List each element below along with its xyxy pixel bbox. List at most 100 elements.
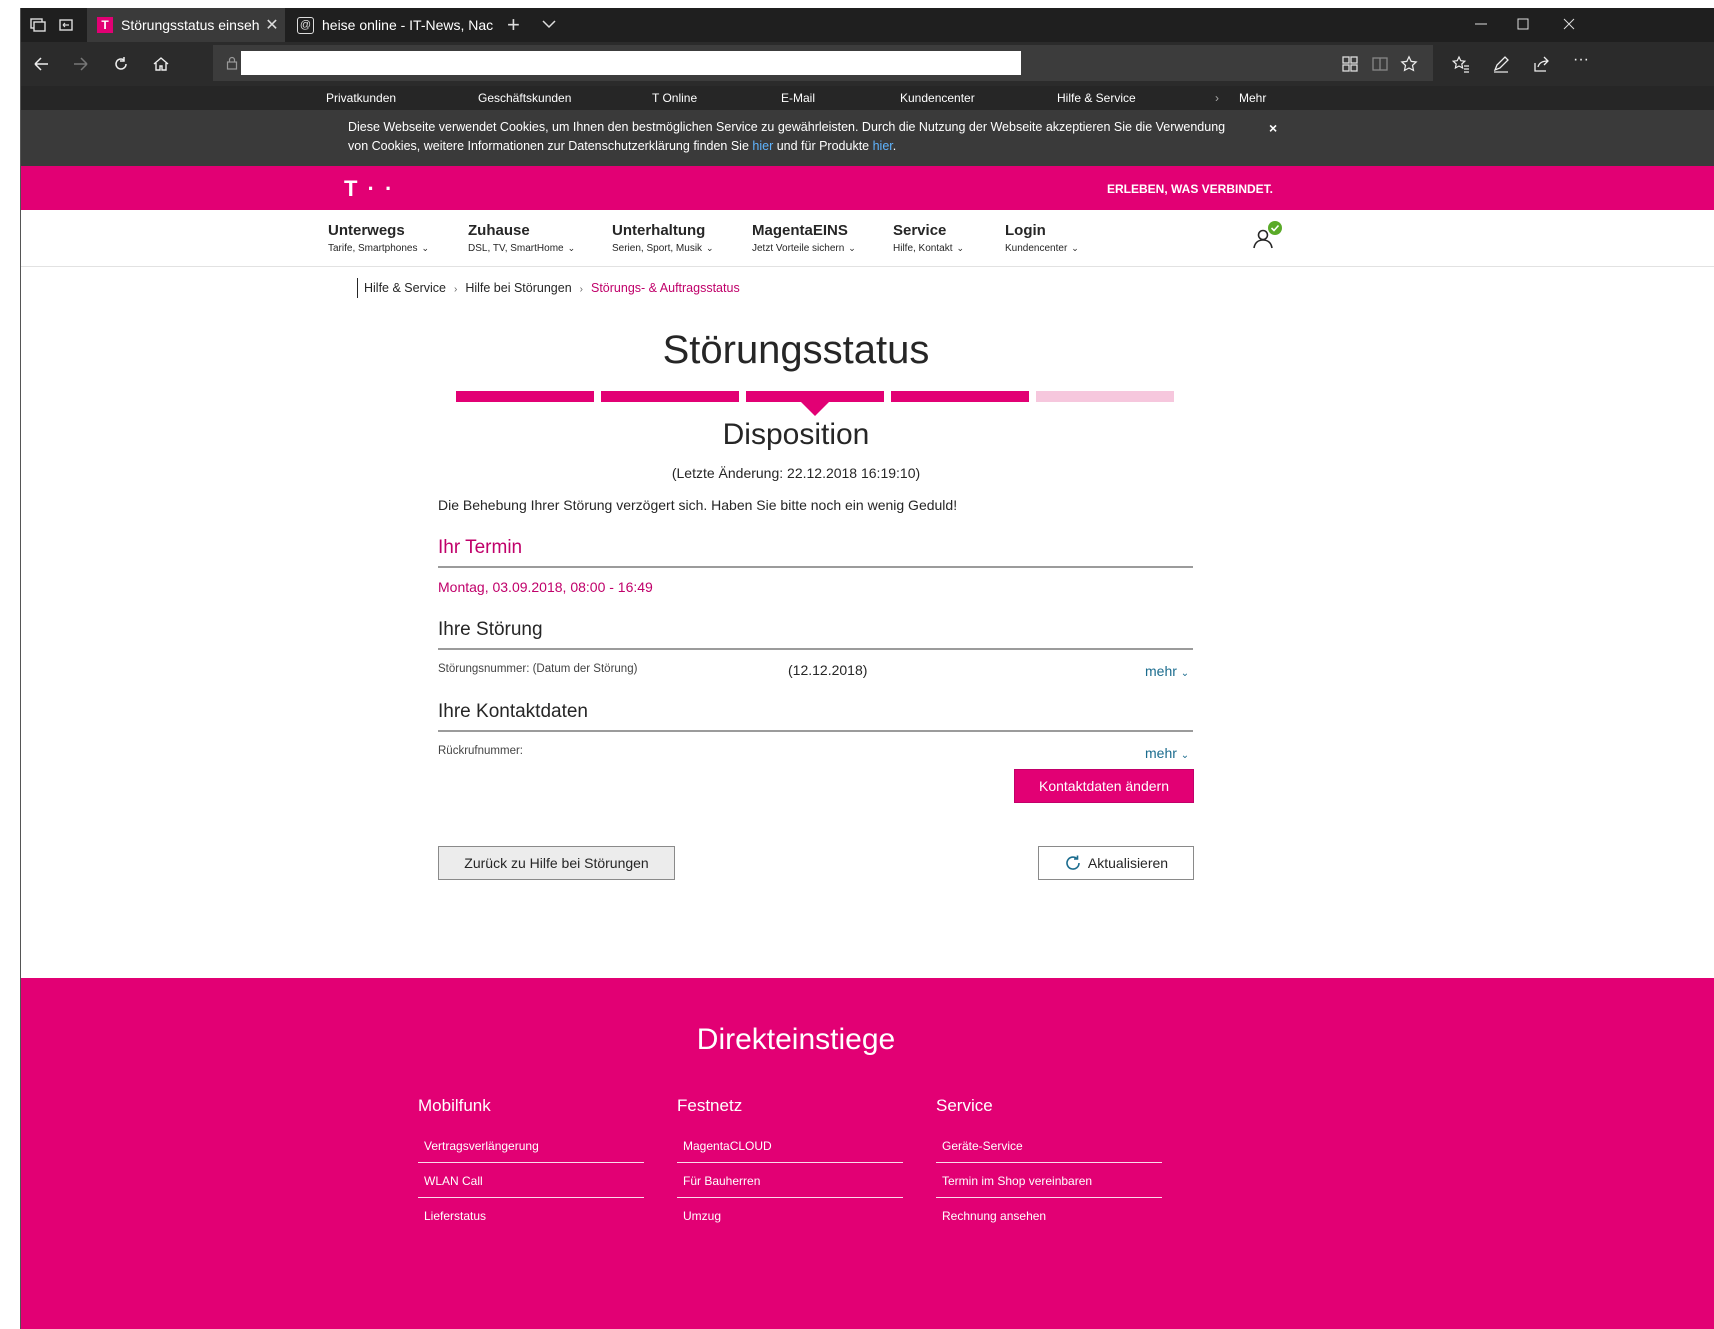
brand-slogan: ERLEBEN, WAS VERBINDET. xyxy=(1107,182,1274,196)
chevron-down-icon: ⌄ xyxy=(1071,243,1079,253)
minimize-icon[interactable] xyxy=(1473,16,1489,32)
nav-unterhaltung[interactable]: Unterhaltung Serien, Sport, Musik ⌄ xyxy=(612,222,714,254)
url-field[interactable] xyxy=(213,45,1433,81)
meta-nav-chevron-right-icon[interactable]: › xyxy=(1215,91,1219,105)
home-icon[interactable] xyxy=(152,55,170,73)
meta-nav-kundencenter[interactable]: Kundencenter xyxy=(900,91,975,105)
tab-title: heise online - IT-News, Nac xyxy=(322,17,494,33)
forward-arrow-icon[interactable] xyxy=(72,55,90,73)
tab-telekom[interactable]: T Störungsstatus einsehe ✕ xyxy=(87,8,285,42)
cookie-products-link[interactable]: hier xyxy=(873,139,893,153)
divider xyxy=(438,648,1193,650)
lock-icon xyxy=(226,56,238,70)
footer-link[interactable]: Lieferstatus xyxy=(418,1198,644,1232)
maximize-icon[interactable] xyxy=(1515,16,1531,32)
footer-link[interactable]: MagentaCLOUD xyxy=(677,1128,903,1163)
footer-link[interactable]: Umzug xyxy=(677,1198,903,1232)
footer-column-heading: Festnetz xyxy=(677,1096,743,1115)
stoerung-label: Störungsnummer: (Datum der Störung) xyxy=(438,663,638,675)
cookie-close-icon[interactable]: × xyxy=(1269,120,1277,136)
footer-column-heading: Mobilfunk xyxy=(418,1096,491,1115)
footer-link[interactable]: Für Bauherren xyxy=(677,1163,903,1198)
nav-service[interactable]: Service Hilfe, Kontakt ⌄ xyxy=(893,222,964,254)
footer-link[interactable]: Termin im Shop vereinbaren xyxy=(936,1163,1162,1198)
cookie-text: Diese Webseite verwendet Cookies, um Ihn… xyxy=(348,118,1238,156)
last-change: (Letzte Änderung: 22.12.2018 16:19:10) xyxy=(671,465,921,481)
nav-title: MagentaEINS xyxy=(752,222,848,239)
chevron-down-icon: ⌄ xyxy=(956,243,965,253)
refresh-button[interactable]: Aktualisieren xyxy=(1038,846,1194,880)
meta-nav-mehr[interactable]: Mehr xyxy=(1239,91,1266,105)
nav-login[interactable]: Login Kundencenter ⌄ xyxy=(1005,222,1079,254)
footer: Direkteinstiege Mobilfunk Vertragsverlän… xyxy=(21,978,1714,1329)
nav-unterwegs[interactable]: Unterwegs Tarife, Smartphones ⌄ xyxy=(328,222,429,254)
footer-column-heading: Service xyxy=(936,1096,993,1115)
more-link-label: mehr xyxy=(1145,663,1177,679)
tab-heise[interactable]: @ heise online - IT-News, Nac xyxy=(289,8,499,42)
breadcrumb-item[interactable]: Hilfe & Service xyxy=(364,281,446,295)
nav-magentaeins[interactable]: MagentaEINS Jetzt Vorteile sichern ⌄ xyxy=(752,222,856,254)
meta-nav-geschaeftskunden[interactable]: Geschäftskunden xyxy=(478,91,571,105)
nav-subtitle: Jetzt Vorteile sichern xyxy=(752,243,845,254)
status-message: Die Behebung Ihrer Störung verzögert sic… xyxy=(438,497,958,513)
close-tab-icon[interactable]: ✕ xyxy=(259,15,285,35)
current-step-marker xyxy=(801,402,829,416)
extensions-icon[interactable] xyxy=(1341,55,1359,73)
user-logged-in-icon[interactable] xyxy=(1249,220,1283,250)
breadcrumb-separator-icon: › xyxy=(579,284,583,295)
meta-nav: Privatkunden Geschäftskunden T Online E-… xyxy=(21,86,1714,110)
nav-subtitle: Hilfe, Kontakt xyxy=(893,243,953,254)
refresh-label: Aktualisieren xyxy=(1087,855,1169,871)
redacted-url xyxy=(241,51,1021,75)
footer-link[interactable]: Rechnung ansehen xyxy=(936,1198,1162,1232)
nav-subtitle: Serien, Sport, Musik xyxy=(612,243,703,254)
refresh-icon[interactable] xyxy=(112,55,130,73)
meta-nav-t-online[interactable]: T Online xyxy=(652,91,697,105)
back-to-help-button[interactable]: Zurück zu Hilfe bei Störungen xyxy=(438,846,675,880)
nav-subtitle: Kundencenter xyxy=(1005,243,1068,254)
divider xyxy=(438,730,1193,732)
page-title: Störungsstatus xyxy=(662,328,930,372)
status-phase: Disposition xyxy=(722,418,870,451)
chevron-down-icon: ⌄ xyxy=(1180,668,1190,679)
tab-list-chevron-icon[interactable] xyxy=(541,16,557,32)
close-window-icon[interactable] xyxy=(1561,16,1577,32)
share-icon[interactable] xyxy=(1532,55,1550,73)
tab-actions-icon[interactable] xyxy=(29,16,47,34)
chevron-down-icon: ⌄ xyxy=(421,243,430,253)
kontakt-more-link[interactable]: mehr ⌄ xyxy=(1145,745,1189,761)
more-dots-icon[interactable]: ··· xyxy=(1573,51,1589,69)
new-tab-icon[interactable]: + xyxy=(507,12,520,38)
meta-nav-email[interactable]: E-Mail xyxy=(781,91,815,105)
breadcrumb-item[interactable]: Hilfe bei Störungen xyxy=(465,281,571,295)
main-nav: Unterwegs Tarife, Smartphones ⌄ Zuhause D… xyxy=(21,210,1714,267)
stoerung-more-link[interactable]: mehr ⌄ xyxy=(1145,663,1189,679)
termin-value: Montag, 03.09.2018, 08:00 - 16:49 xyxy=(438,579,653,595)
browser-window: T Störungsstatus einsehe ✕ @ heise onlin… xyxy=(20,8,1714,1329)
footer-link[interactable]: Geräte-Service xyxy=(936,1128,1162,1163)
footer-link[interactable]: Vertragsverlängerung xyxy=(418,1128,644,1163)
back-tab-icon[interactable] xyxy=(57,16,75,34)
nav-zuhause[interactable]: Zuhause DSL, TV, SmartHome ⌄ xyxy=(468,222,575,254)
nav-title: Service xyxy=(893,222,947,239)
meta-nav-hilfe-service[interactable]: Hilfe & Service xyxy=(1057,91,1136,105)
footer-link[interactable]: WLAN Call xyxy=(418,1163,644,1198)
notes-pen-icon[interactable] xyxy=(1492,55,1510,73)
back-arrow-icon[interactable] xyxy=(32,55,50,73)
nav-subtitle: Tarife, Smartphones xyxy=(328,243,418,254)
footer-title: Direkteinstiege xyxy=(696,1023,896,1056)
cookie-text-part: und für Produkte xyxy=(773,139,873,153)
favorite-star-icon[interactable] xyxy=(1400,55,1418,73)
telekom-logo[interactable]: T · · xyxy=(344,176,394,202)
more-link-label: mehr xyxy=(1145,745,1177,761)
favorites-icon[interactable] xyxy=(1452,55,1470,73)
nav-title: Unterwegs xyxy=(328,222,405,239)
edit-contact-button[interactable]: Kontaktdaten ändern xyxy=(1014,769,1194,803)
progress-segment xyxy=(601,391,739,402)
progress-segment xyxy=(746,391,884,402)
meta-nav-privatkunden[interactable]: Privatkunden xyxy=(326,91,396,105)
cookie-text-part: . xyxy=(892,139,897,153)
reading-view-icon[interactable] xyxy=(1371,55,1389,73)
cookie-privacy-link[interactable]: hier xyxy=(752,139,773,153)
chevron-down-icon: ⌄ xyxy=(706,243,714,253)
